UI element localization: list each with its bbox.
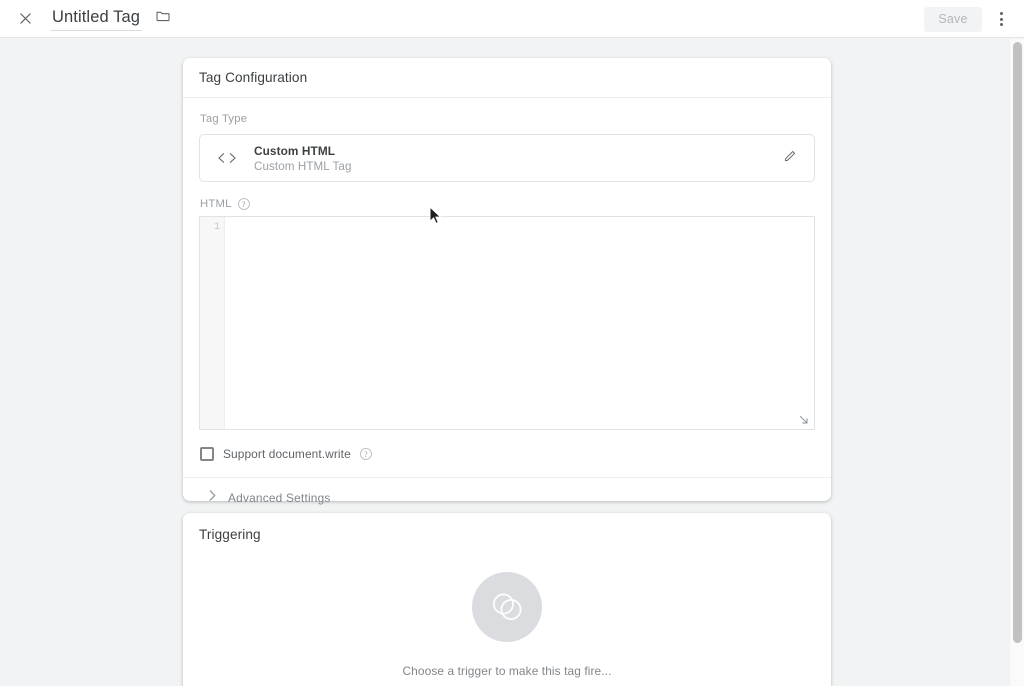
trigger-empty-message: Choose a trigger to make this tag fire..… [402, 664, 612, 678]
tag-configuration-header: Tag Configuration [183, 58, 831, 98]
html-field-label-row: HTML ? [200, 198, 815, 210]
support-document-write-row: Support document.write ? [199, 430, 815, 477]
html-field-label: HTML [200, 198, 232, 210]
trigger-empty-state[interactable]: Choose a trigger to make this tag fire..… [183, 555, 831, 686]
save-button[interactable]: Save [924, 6, 982, 32]
support-document-write-label: Support document.write [223, 447, 351, 461]
close-button[interactable] [6, 0, 44, 38]
tag-type-selector[interactable]: Custom HTML Custom HTML Tag [199, 134, 815, 182]
scrollbar-thumb[interactable] [1013, 42, 1022, 643]
vertical-scrollbar[interactable] [1009, 39, 1024, 686]
support-document-write-checkbox[interactable] [200, 447, 214, 461]
tag-configuration-card: Tag Configuration Tag Type Custom HTML C… [183, 58, 831, 505]
top-bar-actions: Save [924, 0, 1016, 38]
close-icon [17, 10, 34, 27]
more-options-button[interactable] [986, 3, 1016, 35]
folder-button[interactable] [152, 8, 174, 30]
top-app-bar: Untitled Tag Save [0, 0, 1024, 38]
advanced-settings-toggle[interactable]: Advanced Settings [199, 478, 815, 518]
tag-type-title: Custom HTML [254, 143, 336, 158]
tag-name-input[interactable]: Untitled Tag [50, 6, 143, 31]
help-circle-icon[interactable]: ? [237, 198, 250, 210]
tag-type-text: Custom HTML Custom HTML Tag [254, 144, 776, 173]
edit-tag-type-button[interactable] [776, 144, 804, 172]
tag-title-group: Untitled Tag [50, 6, 174, 31]
triggering-title: Triggering [199, 526, 261, 542]
triggering-card: Triggering Choose a trigger to make this… [183, 513, 831, 686]
html-editor-wrapper: 1 [199, 216, 815, 430]
code-brackets-icon [200, 151, 254, 165]
tag-configuration-body: Tag Type Custom HTML Custom HTML Tag HTM… [183, 98, 831, 518]
html-code-input[interactable] [225, 217, 814, 429]
line-number: 1 [213, 222, 220, 233]
tag-configuration-title: Tag Configuration [199, 70, 308, 85]
tag-type-subtitle: Custom HTML Tag [254, 159, 352, 173]
advanced-settings-label: Advanced Settings [228, 491, 331, 505]
folder-icon [155, 8, 171, 29]
triggering-header: Triggering [183, 513, 831, 555]
html-code-editor[interactable]: 1 [199, 216, 815, 430]
chevron-right-icon [207, 489, 218, 507]
tag-type-label: Tag Type [200, 113, 248, 125]
editor-line-gutter: 1 [200, 217, 225, 429]
trigger-circles-icon [472, 572, 542, 642]
help-circle-icon[interactable]: ? [359, 448, 372, 460]
tag-editor-screen: Untitled Tag Save Tag Configuration Tag … [0, 0, 1024, 686]
pencil-icon [783, 148, 798, 168]
resize-handle-icon[interactable] [797, 413, 811, 427]
